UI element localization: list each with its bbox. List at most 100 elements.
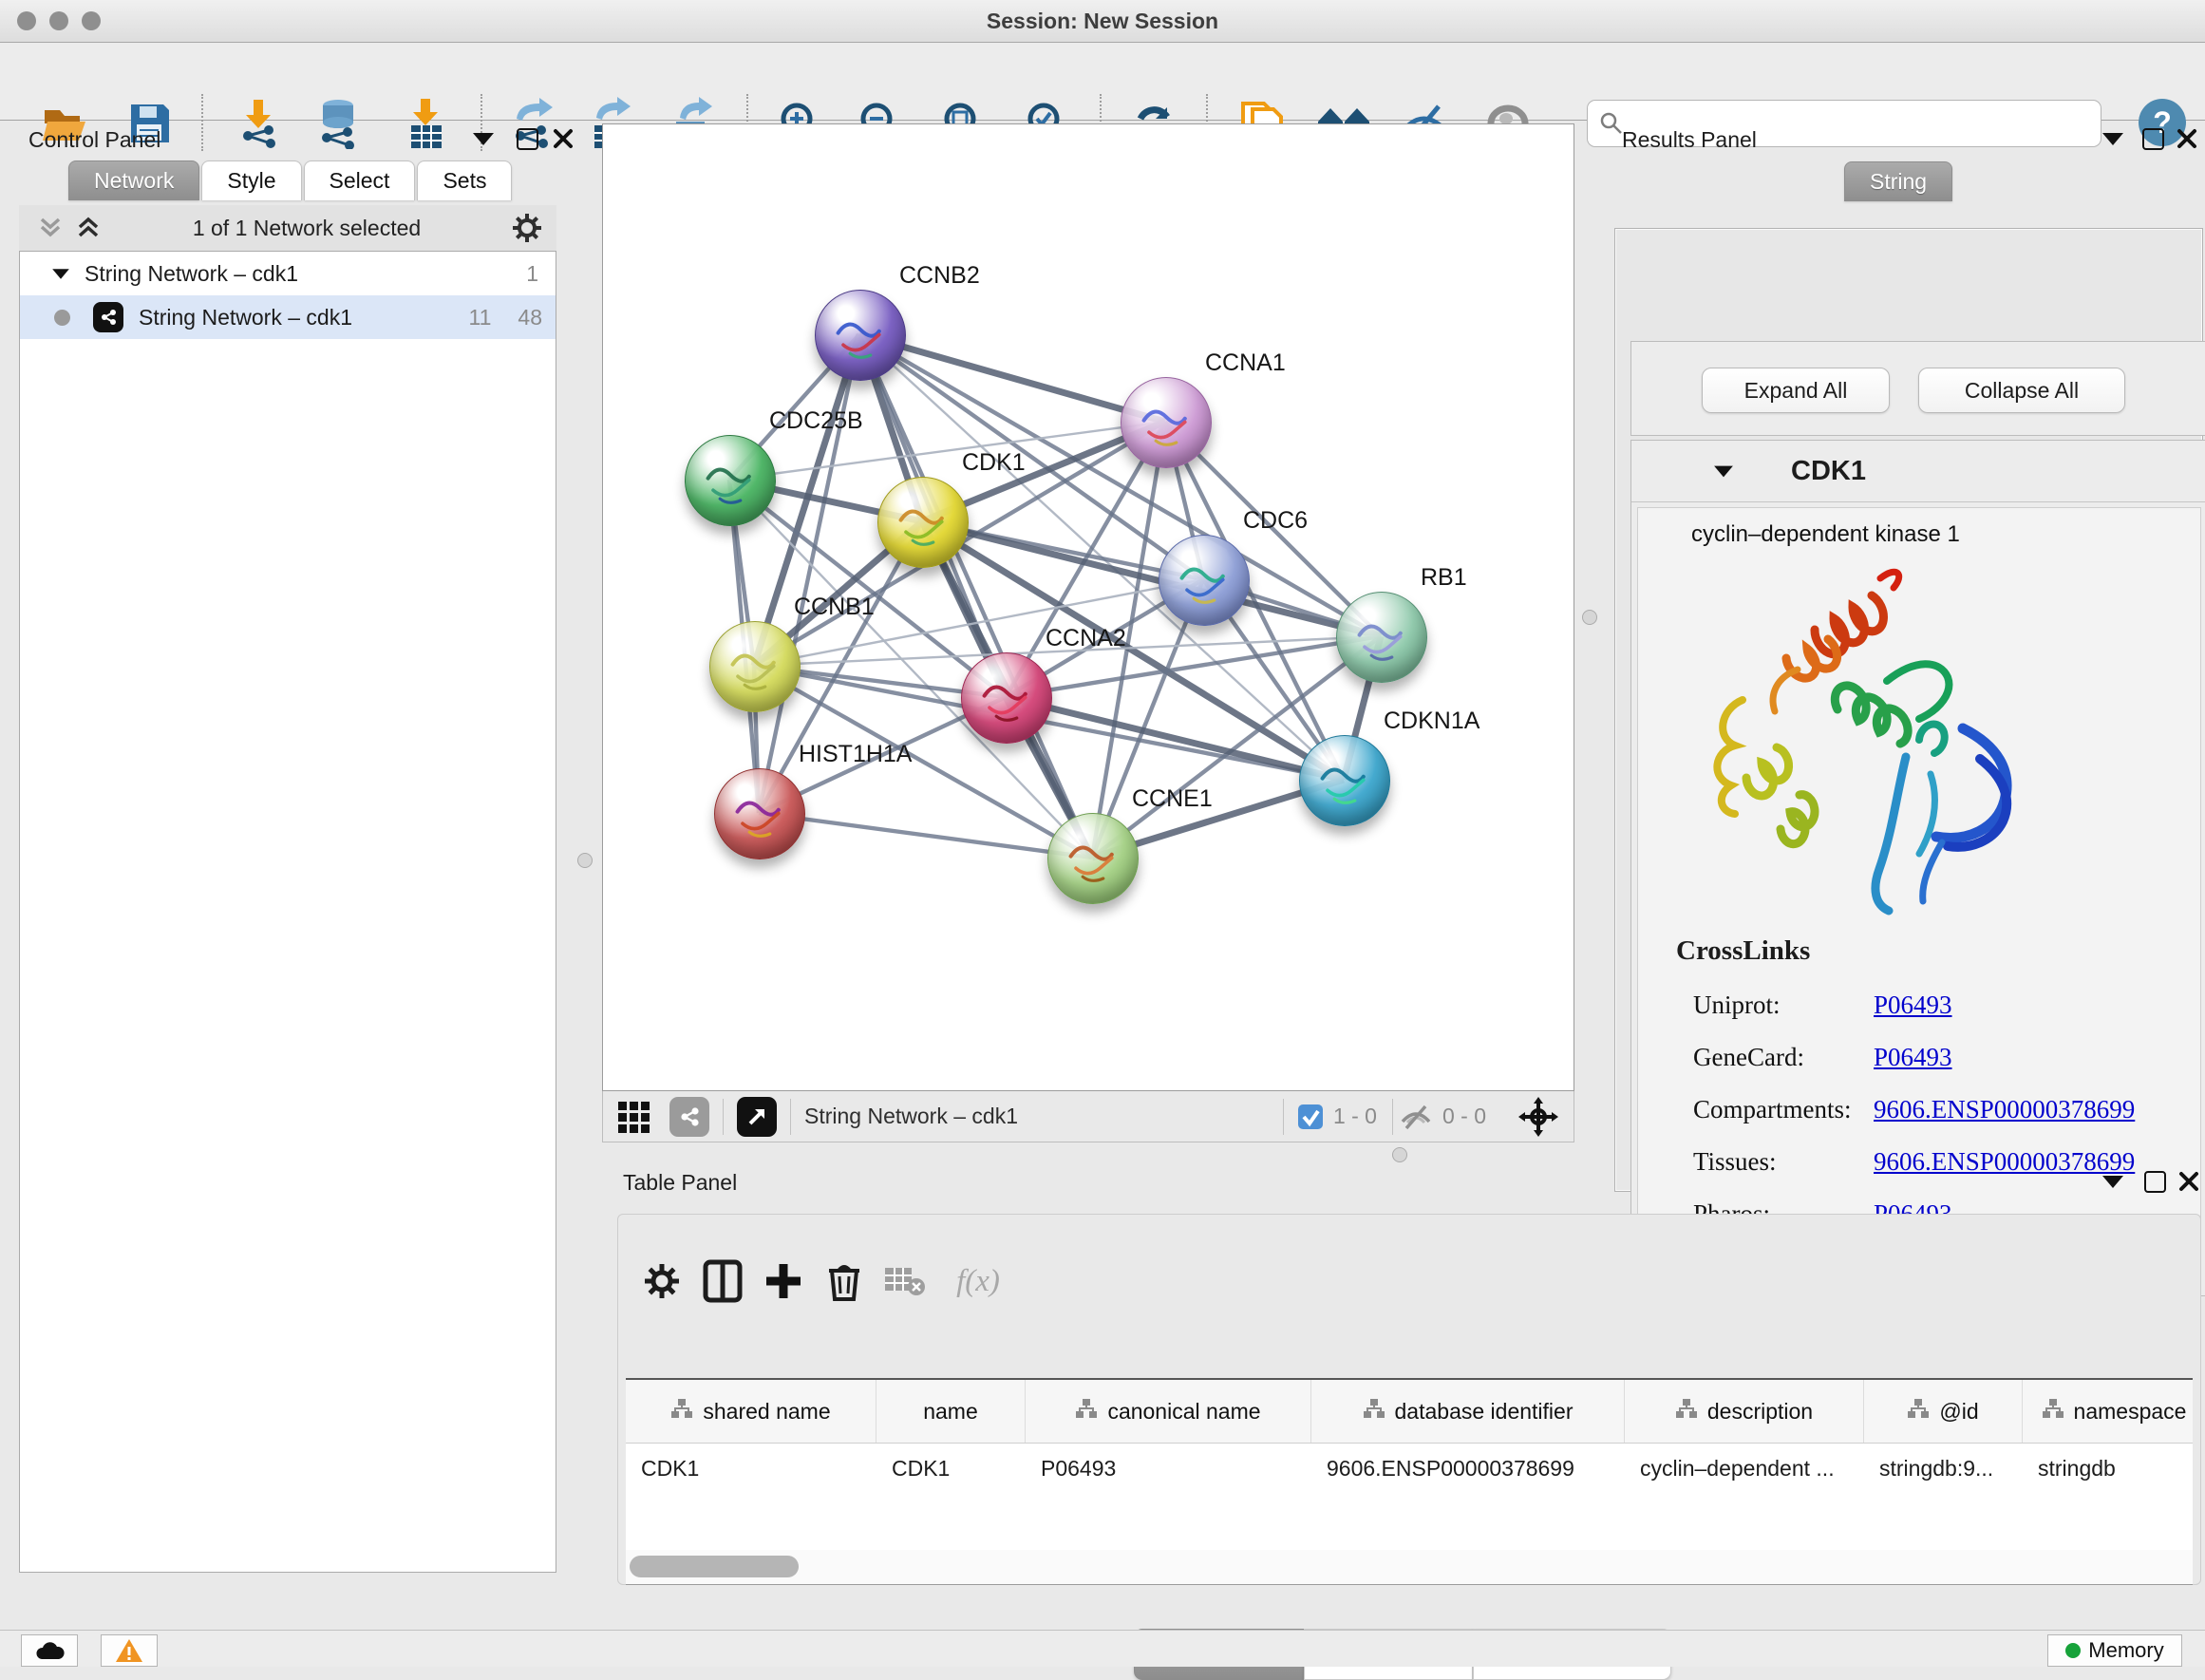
crosslink-link[interactable]: P06493 (1874, 991, 1952, 1020)
tab-sets[interactable]: Sets (417, 160, 512, 200)
node-structure-thumbnail (1059, 827, 1127, 896)
selected-checkbox-icon[interactable] (1297, 1104, 1324, 1130)
tab-string[interactable]: String (1844, 161, 1952, 201)
tab-select[interactable]: Select (304, 160, 416, 200)
node-ccnb2[interactable] (815, 290, 906, 381)
warning-icon (115, 1638, 143, 1663)
node-table[interactable]: shared namenamecanonical namedatabase id… (626, 1378, 2193, 1551)
table-cell[interactable]: CDK1 (626, 1456, 876, 1482)
node-ccnb1[interactable] (709, 621, 801, 712)
crosslink-row: Uniprot:P06493 (1693, 979, 2187, 1031)
toolbar-separator (790, 1099, 791, 1135)
node-rb1[interactable] (1336, 592, 1427, 683)
table-cell[interactable]: cyclin–dependent ... (1625, 1456, 1864, 1482)
column-header-shared-name[interactable]: shared name (626, 1380, 876, 1443)
table-horizontal-scrollbar[interactable] (626, 1550, 2193, 1585)
expand-all-icon[interactable] (74, 215, 103, 241)
node-hist1h1a[interactable] (714, 768, 805, 859)
collapse-all-button[interactable]: Collapse All (1918, 368, 2125, 413)
add-column-icon[interactable] (753, 1251, 814, 1312)
memory-status-icon (2065, 1643, 2081, 1658)
bottom-splitter-handle[interactable] (1392, 1147, 1407, 1162)
table-cell[interactable]: 9606.ENSP00000378699 (1311, 1456, 1625, 1482)
node-section-name: CDK1 (1791, 456, 1866, 487)
table-options-gear-icon[interactable] (631, 1251, 692, 1312)
column-header-name[interactable]: name (876, 1380, 1026, 1443)
network-selection-bar: 1 of 1 Network selected (19, 205, 556, 251)
right-splitter-handle[interactable] (1582, 610, 1597, 625)
edge-CCNB2-CCNE1[interactable] (859, 334, 1092, 858)
grid-view-icon[interactable] (616, 1098, 654, 1136)
hidden-eye-icon[interactable] (1399, 1103, 1433, 1131)
node-ccna1[interactable] (1121, 377, 1212, 468)
column-header-description[interactable]: description (1625, 1380, 1864, 1443)
column-header-database-identifier[interactable]: database identifier (1311, 1380, 1625, 1443)
column-header--id[interactable]: @id (1864, 1380, 2023, 1443)
title-bar: Session: New Session (0, 0, 2205, 43)
column-header-namespace[interactable]: namespace (2023, 1380, 2193, 1443)
collection-expand-icon[interactable] (52, 269, 69, 278)
node-cdkn1a[interactable] (1299, 735, 1390, 826)
cloud-icon (33, 1640, 66, 1661)
network-edges (603, 124, 1574, 1091)
node-structure-thumbnail (1170, 549, 1238, 617)
collapse-all-icon[interactable] (36, 215, 65, 241)
table-cell[interactable]: P06493 (1026, 1456, 1311, 1482)
network-canvas[interactable]: CCNB2 CCNA1 CDC25B CDK1 CDC6 RB1 (602, 123, 1574, 1091)
panel-close-icon[interactable] (553, 128, 574, 149)
column-header-label: description (1707, 1399, 1813, 1425)
show-columns-icon[interactable] (692, 1251, 753, 1312)
table-toolbar: f(x) (631, 1251, 1021, 1312)
options-gear-icon[interactable] (511, 212, 543, 244)
cloud-button[interactable] (21, 1634, 78, 1667)
expand-collapse-box: Expand All Collapse All (1630, 341, 2205, 436)
crosslink-row: Compartments:9606.ENSP00000378699 (1693, 1084, 2187, 1136)
node-cdc6[interactable] (1159, 535, 1250, 626)
node-structure-thumbnail (1132, 391, 1200, 460)
table-panel: Table Panel f(x) shared namena (608, 1161, 2205, 1603)
table-cell[interactable]: CDK1 (876, 1456, 1026, 1482)
network-row[interactable]: String Network – cdk1 11 48 (20, 295, 556, 339)
toolbar-separator (1283, 1099, 1284, 1135)
panel-menu-icon[interactable] (473, 133, 494, 145)
panel-menu-icon[interactable] (2102, 1176, 2123, 1188)
network-row-label: String Network – cdk1 (139, 305, 352, 330)
crosslink-link[interactable]: P06493 (1874, 1043, 1952, 1072)
table-cell[interactable]: stringdb (2023, 1456, 2193, 1482)
panel-float-icon[interactable] (2142, 128, 2164, 150)
section-collapse-icon[interactable] (1714, 465, 1733, 477)
collection-count: 1 (526, 261, 538, 287)
node-section-header[interactable]: CDK1 (1631, 441, 2205, 502)
panel-float-icon[interactable] (2144, 1171, 2166, 1193)
edge-HIST1H1A-CCNE1[interactable] (759, 813, 1092, 858)
panel-float-icon[interactable] (517, 128, 538, 150)
node-cdk1[interactable] (877, 477, 969, 568)
pan-crosshair-icon[interactable] (1518, 1097, 1558, 1137)
network-collection-row[interactable]: String Network – cdk1 1 (20, 252, 556, 295)
table-cell[interactable]: stringdb:9... (1864, 1456, 2023, 1482)
left-splitter-handle[interactable] (577, 853, 593, 868)
panel-close-icon[interactable] (2177, 128, 2197, 149)
tab-style[interactable]: Style (201, 160, 301, 200)
table-row[interactable]: CDK1CDK1P064939606.ENSP00000378699cyclin… (626, 1444, 2193, 1493)
node-label-ccna1: CCNA1 (1205, 349, 1286, 377)
expand-all-button[interactable]: Expand All (1702, 368, 1890, 413)
crosslink-link[interactable]: 9606.ENSP00000378699 (1874, 1095, 2135, 1124)
scrollbar-thumb[interactable] (630, 1556, 799, 1577)
panel-close-icon[interactable] (2178, 1171, 2199, 1192)
node-ccne1[interactable] (1047, 813, 1139, 904)
column-header-canonical-name[interactable]: canonical name (1026, 1380, 1311, 1443)
birds-eye-view-icon[interactable] (737, 1097, 777, 1137)
crosslink-row: GeneCard:P06493 (1693, 1031, 2187, 1084)
panel-menu-icon[interactable] (2102, 133, 2123, 145)
delete-table-icon[interactable] (875, 1251, 935, 1312)
node-cdc25b[interactable] (685, 435, 776, 526)
function-builder-icon[interactable]: f(x) (935, 1251, 1021, 1312)
node-ccna2[interactable] (961, 652, 1052, 744)
warning-button[interactable] (101, 1634, 158, 1667)
memory-button[interactable]: Memory (2047, 1634, 2182, 1667)
delete-column-icon[interactable] (814, 1251, 875, 1312)
network-share-view-icon[interactable] (669, 1097, 709, 1137)
tab-network[interactable]: Network (68, 160, 199, 200)
node-label-cdc6: CDC6 (1243, 507, 1308, 535)
